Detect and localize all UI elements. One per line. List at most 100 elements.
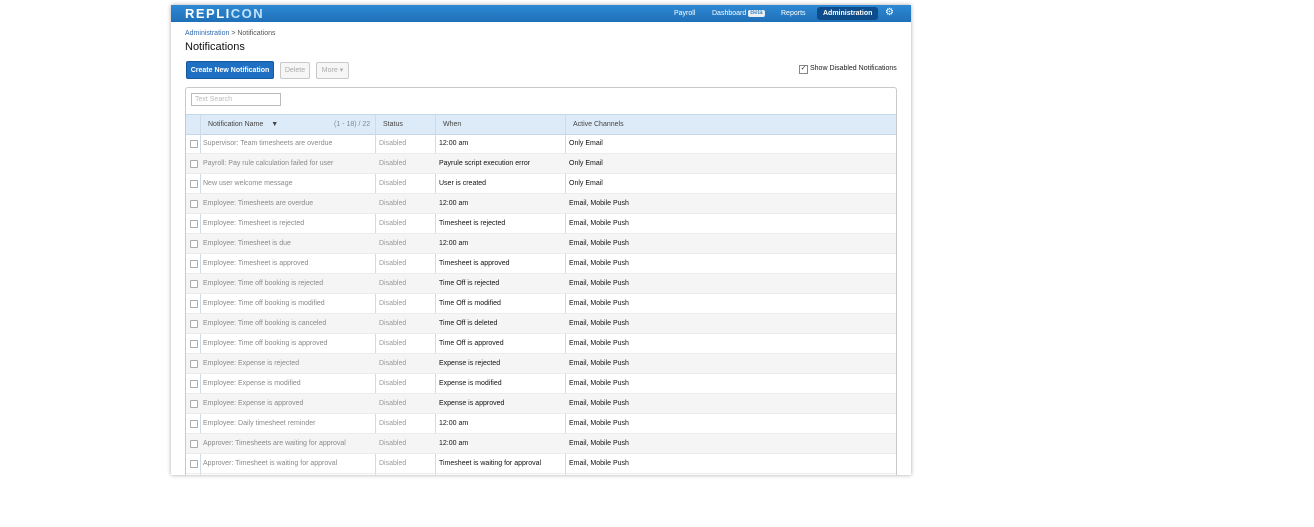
row-checkbox[interactable]: [190, 320, 198, 328]
row-checkbox[interactable]: [190, 220, 198, 228]
table-row[interactable]: New user welcome message Disabled User is …: [186, 174, 896, 194]
notification-name-cell[interactable]: Employee: Expense is modified: [203, 374, 373, 394]
notification-name-cell[interactable]: Employee: Timesheets are overdue: [203, 194, 373, 214]
table-row[interactable]: Employee: Time off booking is approved Di…: [186, 334, 896, 354]
gear-icon[interactable]: ⚙: [885, 8, 895, 18]
status-cell: Disabled: [379, 280, 407, 287]
row-checkbox[interactable]: [190, 460, 198, 468]
row-checkbox[interactable]: [190, 200, 198, 208]
channels-cell: Only Email: [569, 160, 603, 167]
table-row[interactable]: Employee: Expense is modified Disabled Exp…: [186, 374, 896, 394]
channels-cell: Email, Mobile Push: [569, 260, 629, 267]
table-row[interactable]: Employee: Time off booking is rejected Di…: [186, 274, 896, 294]
row-checkbox[interactable]: [190, 380, 198, 388]
show-disabled-label: Show Disabled Notifications: [810, 65, 897, 72]
table-row[interactable]: Employee: Timesheets are overdue Disabled…: [186, 194, 896, 214]
row-checkbox[interactable]: [190, 180, 198, 188]
channels-cell: Only Email: [569, 180, 603, 187]
table-header: Notification Name ▼ (1 - 18) / 22 Status…: [186, 114, 896, 135]
column-header-channels[interactable]: Active Channels: [573, 115, 624, 134]
notification-name-cell[interactable]: Employee: Timesheet is approved: [203, 254, 373, 274]
row-checkbox[interactable]: [190, 420, 198, 428]
table-row[interactable]: Employee: Timesheet is approved Disabled T…: [186, 254, 896, 274]
when-cell: 12:00 am: [439, 440, 469, 447]
row-checkbox[interactable]: [190, 340, 198, 348]
when-cell: Expense is modified: [439, 380, 502, 387]
status-cell: Disabled: [379, 260, 407, 267]
table-row[interactable]: Employee: Expense is rejected Disabled Exp…: [186, 354, 896, 374]
when-cell: 12:00 am: [439, 420, 469, 427]
status-cell: Disabled: [379, 360, 407, 367]
row-checkbox[interactable]: [190, 140, 198, 148]
notification-name-cell[interactable]: Employee: Timesheet is due: [203, 234, 373, 254]
column-header-when[interactable]: When: [443, 115, 461, 134]
nav-reports[interactable]: Reports: [781, 5, 806, 22]
nav-payroll[interactable]: Payroll: [674, 5, 695, 22]
notification-name-cell[interactable]: Employee: Daily timesheet reminder: [203, 414, 373, 434]
row-checkbox[interactable]: [190, 400, 198, 408]
logo-text: REPLI: [185, 6, 231, 21]
replicon-logo[interactable]: REPLICON: [185, 6, 264, 22]
channels-cell: Email, Mobile Push: [569, 320, 629, 327]
status-cell: Disabled: [379, 320, 407, 327]
row-checkbox[interactable]: [190, 160, 198, 168]
page-title: Notifications: [185, 41, 245, 53]
when-cell: Timesheet is approved: [439, 260, 510, 267]
row-checkbox[interactable]: [190, 240, 198, 248]
when-cell: Time Off is modified: [439, 300, 501, 307]
channels-cell: Email, Mobile Push: [569, 280, 629, 287]
app-window: REPLICON Payroll Dashboard Beta Reports A…: [171, 5, 911, 475]
notification-name-cell[interactable]: Employee: Expense is rejected: [203, 354, 373, 374]
table-row[interactable]: Employee: Daily timesheet reminder Disabl…: [186, 414, 896, 434]
when-cell: 12:00 am: [439, 140, 469, 147]
notification-name-cell[interactable]: New user welcome message: [203, 174, 373, 194]
status-cell: Disabled: [379, 340, 407, 347]
channels-cell: Only Email: [569, 140, 603, 147]
channels-cell: Email, Mobile Push: [569, 460, 629, 467]
nav-dashboard-label: Dashboard: [712, 10, 747, 17]
notification-name-cell[interactable]: Employee: Time off booking is modified: [203, 294, 373, 314]
channels-cell: Email, Mobile Push: [569, 360, 629, 367]
nav-dashboard[interactable]: Dashboard Beta: [712, 5, 765, 22]
table-row[interactable]: Approver: Timesheet is waiting for appro…: [186, 454, 896, 474]
row-checkbox[interactable]: [190, 300, 198, 308]
top-navigation-bar: REPLICON Payroll Dashboard Beta Reports A…: [171, 5, 911, 22]
notification-name-cell[interactable]: Employee: Expense is approved: [203, 394, 373, 414]
when-cell: Time Off is deleted: [439, 320, 498, 327]
pagination-range: (1 - 18) / 22: [334, 121, 371, 128]
table-row[interactable]: Employee: Timesheet is rejected Disabled T…: [186, 214, 896, 234]
row-checkbox[interactable]: [190, 280, 198, 288]
status-cell: Disabled: [379, 300, 407, 307]
notification-name-cell[interactable]: Employee: Time off booking is canceled: [203, 314, 373, 334]
show-disabled-checkbox[interactable]: ✓: [799, 65, 808, 74]
table-row[interactable]: Approver: Timesheets are waiting for app…: [186, 434, 896, 454]
breadcrumb-administration[interactable]: Administration: [185, 30, 229, 37]
table-row[interactable]: Employee: Expense is approved Disabled Exp…: [186, 394, 896, 414]
notification-name-cell[interactable]: Supervisor: Team timesheets are overdue: [203, 134, 373, 154]
notification-name-cell[interactable]: Payroll: Pay rule calculation failed for…: [203, 154, 373, 174]
notification-name-cell[interactable]: Approver: Timesheets are waiting for app…: [203, 434, 373, 454]
nav-administration[interactable]: Administration: [817, 7, 879, 20]
notification-name-cell[interactable]: Approver: Timesheet is waiting for appro…: [203, 454, 373, 474]
channels-cell: Email, Mobile Push: [569, 240, 629, 247]
status-cell: Disabled: [379, 180, 407, 187]
notification-name-cell[interactable]: Employee: Timesheet is rejected: [203, 214, 373, 234]
table-row[interactable]: Employee: Time off booking is modified Di…: [186, 294, 896, 314]
table-row[interactable]: Payroll: Pay rule calculation failed for…: [186, 154, 896, 174]
search-input[interactable]: Text Search: [191, 93, 281, 106]
row-checkbox[interactable]: [190, 260, 198, 268]
table-row[interactable]: Supervisor: Team timesheets are overdue D…: [186, 134, 896, 154]
delete-button[interactable]: Delete: [280, 62, 310, 79]
column-header-status[interactable]: Status: [383, 115, 403, 134]
column-header-name[interactable]: Notification Name ▼: [208, 115, 278, 134]
notification-name-cell[interactable]: Employee: Time off booking is rejected: [203, 274, 373, 294]
when-cell: Expense is approved: [439, 400, 505, 407]
more-button[interactable]: More ▾: [316, 62, 349, 79]
create-notification-button[interactable]: Create New Notification: [186, 61, 274, 79]
notification-name-cell[interactable]: Employee: Time off booking is approved: [203, 334, 373, 354]
row-checkbox[interactable]: [190, 360, 198, 368]
table-row[interactable]: Employee: Time off booking is canceled Di…: [186, 314, 896, 334]
table-row[interactable]: Employee: Timesheet is due Disabled 12:00 …: [186, 234, 896, 254]
row-checkbox[interactable]: [190, 440, 198, 448]
status-cell: Disabled: [379, 460, 407, 467]
